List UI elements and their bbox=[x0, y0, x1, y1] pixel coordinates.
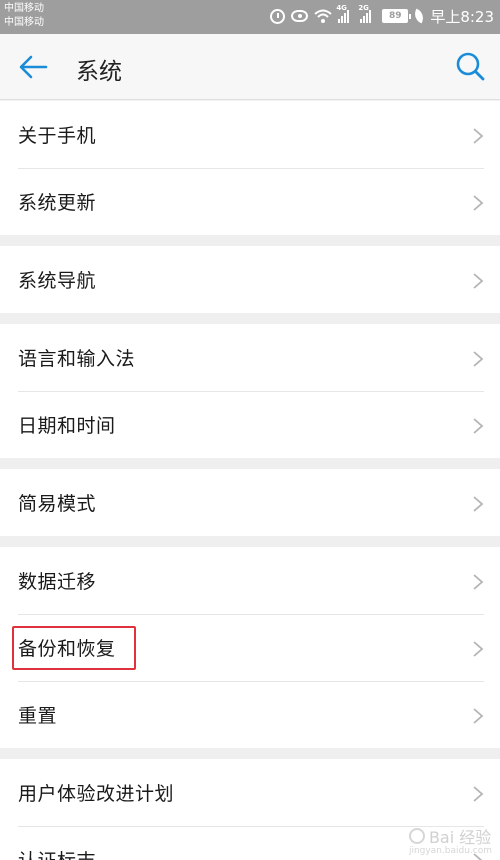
setting-date-time[interactable]: 日期和时间 bbox=[0, 391, 500, 458]
watermark-text: Bai 经验 bbox=[428, 828, 492, 847]
group-divider bbox=[0, 536, 500, 547]
setting-user-experience[interactable]: 用户体验改进计划 bbox=[0, 759, 500, 826]
battery-icon: 89 bbox=[382, 9, 412, 23]
search-button[interactable] bbox=[454, 50, 486, 82]
chevron-right-icon bbox=[473, 273, 484, 289]
settings-group-5: 数据迁移 备份和恢复 重置 bbox=[0, 547, 500, 748]
setting-label: 日期和时间 bbox=[18, 415, 116, 437]
setting-label: 系统更新 bbox=[18, 192, 97, 214]
carrier-2: 中国移动 bbox=[4, 17, 44, 28]
chevron-right-icon bbox=[473, 574, 484, 590]
back-button[interactable] bbox=[16, 52, 50, 82]
chevron-right-icon bbox=[473, 351, 484, 367]
wifi-icon bbox=[314, 9, 332, 23]
setting-label: 语言和输入法 bbox=[18, 348, 136, 370]
group-divider bbox=[0, 313, 500, 324]
paw-logo-icon bbox=[408, 828, 425, 844]
battery-level: 89 bbox=[389, 11, 402, 21]
setting-label: 简易模式 bbox=[18, 493, 97, 515]
settings-group-4: 简易模式 bbox=[0, 469, 500, 536]
signal-4g-tag: 4G bbox=[336, 4, 347, 12]
setting-language-input[interactable]: 语言和输入法 bbox=[0, 324, 500, 391]
settings-group-1: 关于手机 系统更新 bbox=[0, 101, 500, 235]
setting-data-migration[interactable]: 数据迁移 bbox=[0, 547, 500, 614]
group-divider bbox=[0, 748, 500, 759]
signal-2g-tag: 2G bbox=[358, 4, 369, 12]
setting-system-navigation[interactable]: 系统导航 bbox=[0, 246, 500, 313]
group-divider bbox=[0, 235, 500, 246]
settings-group-2: 系统导航 bbox=[0, 246, 500, 313]
setting-simple-mode[interactable]: 简易模式 bbox=[0, 469, 500, 536]
status-bar: 中国移动 中国移动 4G 2G 89 早上8:23 bbox=[0, 0, 500, 34]
chevron-right-icon bbox=[473, 128, 484, 144]
baidu-watermark: Bai 经验 jingyan.baidu.com bbox=[408, 824, 492, 856]
setting-system-update[interactable]: 系统更新 bbox=[0, 168, 500, 235]
setting-label: 数据迁移 bbox=[18, 571, 97, 593]
search-icon bbox=[456, 52, 485, 81]
watermark-url: jingyan.baidu.com bbox=[408, 846, 492, 856]
carrier-1: 中国移动 bbox=[4, 3, 44, 14]
group-divider bbox=[0, 458, 500, 469]
chevron-right-icon bbox=[473, 708, 484, 724]
settings-group-3: 语言和输入法 日期和时间 bbox=[0, 324, 500, 458]
setting-label: 关于手机 bbox=[18, 125, 97, 147]
chevron-right-icon bbox=[473, 418, 484, 434]
signal-4g-icon: 4G bbox=[336, 4, 354, 23]
chevron-right-icon bbox=[473, 496, 484, 512]
setting-about-phone[interactable]: 关于手机 bbox=[0, 101, 500, 168]
setting-label: 用户体验改进计划 bbox=[18, 783, 175, 805]
status-icons: 4G 2G 89 早上8:23 bbox=[270, 4, 494, 26]
carrier-info: 中国移动 中国移动 bbox=[4, 2, 44, 30]
setting-label: 系统导航 bbox=[18, 270, 97, 292]
back-arrow-icon bbox=[19, 55, 48, 79]
settings-list: 关于手机 系统更新 系统导航 语言和输入法 日期和时间 简易模式 数据迁移 备份… bbox=[0, 101, 500, 860]
chevron-right-icon bbox=[473, 195, 484, 211]
chevron-right-icon bbox=[473, 641, 484, 657]
setting-label: 认证标志 bbox=[18, 846, 96, 860]
highlight-annotation-box bbox=[12, 626, 136, 670]
setting-label: 重置 bbox=[18, 705, 58, 727]
app-header: 系统 bbox=[0, 34, 500, 100]
clock: 早上8:23 bbox=[430, 7, 494, 26]
eye-comfort-icon bbox=[291, 10, 309, 22]
alarm-icon bbox=[270, 8, 286, 24]
setting-backup-restore[interactable]: 备份和恢复 bbox=[0, 614, 500, 681]
page-title: 系统 bbox=[76, 59, 122, 85]
power-saving-leaf-icon bbox=[412, 8, 427, 24]
setting-reset[interactable]: 重置 bbox=[0, 681, 500, 748]
signal-2g-icon: 2G bbox=[358, 4, 376, 23]
chevron-right-icon bbox=[473, 786, 484, 802]
